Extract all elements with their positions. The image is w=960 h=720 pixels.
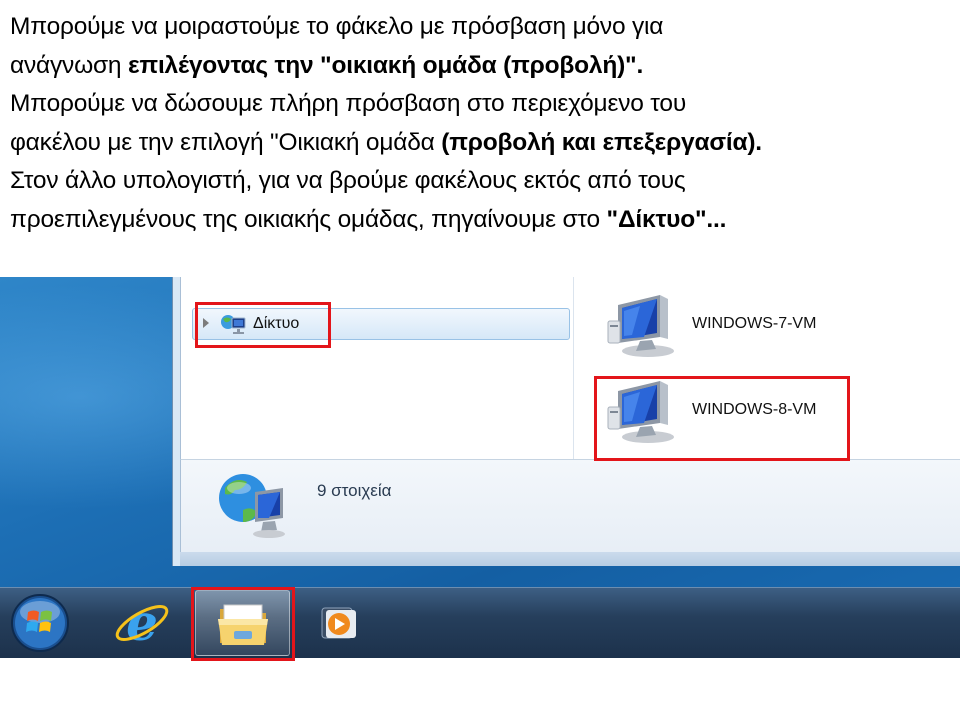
media-player-button[interactable] (308, 590, 372, 656)
internet-explorer-icon: e (115, 593, 169, 652)
instruction-line-5: Στον άλλο υπολογιστή, για να βρούμε φακέ… (10, 167, 686, 195)
start-button[interactable] (8, 590, 72, 656)
instruction-line-1: Μπορούμε να μοιραστούμε το φάκελο με πρό… (10, 13, 664, 40)
highlight-explorer-button (191, 587, 295, 661)
window-frame-bottom (180, 552, 960, 566)
svg-text:e: e (126, 593, 158, 652)
media-player-icon (321, 607, 356, 639)
desktop-screenshot: Δίκτυο WINDOWS-7-VM WINDOWS-8-VM 9 στοιχ… (0, 277, 960, 658)
item-count: 9 στοιχεία (317, 481, 392, 500)
computer-icon (607, 295, 674, 357)
instruction-emphasis: "Δίκτυο"... (606, 205, 727, 233)
file-item-windows-7-vm[interactable]: WINDOWS-7-VM (604, 285, 884, 365)
details-pane: 9 στοιχεία (180, 459, 960, 553)
instruction-line-3: Μπορούμε να δώσουμε πλήρη πρόσβαση στο π… (10, 90, 687, 118)
taskbar: e (0, 587, 960, 658)
instruction-line-2: ανάγνωση επιλέγοντας την "οικιακή ομάδα … (10, 47, 950, 86)
instruction-text: ανάγνωση (10, 51, 128, 79)
instruction-text: φακέλου με την επιλογή "Οικιακή ομάδα (10, 128, 442, 156)
instruction-text: προεπιλεγμένους της οικιακής ομάδας, πηγ… (10, 205, 607, 233)
instruction-emphasis: (προβολή και επεξεργασία). (441, 128, 762, 156)
file-item-name: WINDOWS-7-VM (692, 315, 817, 332)
internet-explorer-button[interactable]: e (110, 590, 174, 656)
instruction-emphasis: επιλέγοντας την "οικιακή ομάδα (προβολή)… (127, 51, 644, 79)
instruction-line-4: φακέλου με την επιλογή "Οικιακή ομάδα (π… (10, 124, 950, 163)
slide-instructions: Μπορούμε να μοιραστούμε το φάκελο με πρό… (10, 8, 950, 240)
network-globe-icon (219, 474, 285, 538)
start-orb-icon (11, 594, 69, 652)
instruction-line-6: προεπιλεγμένους της οικιακής ομάδας, πηγ… (10, 201, 950, 240)
highlight-windows-8-vm (594, 376, 850, 461)
highlight-network (195, 302, 331, 348)
